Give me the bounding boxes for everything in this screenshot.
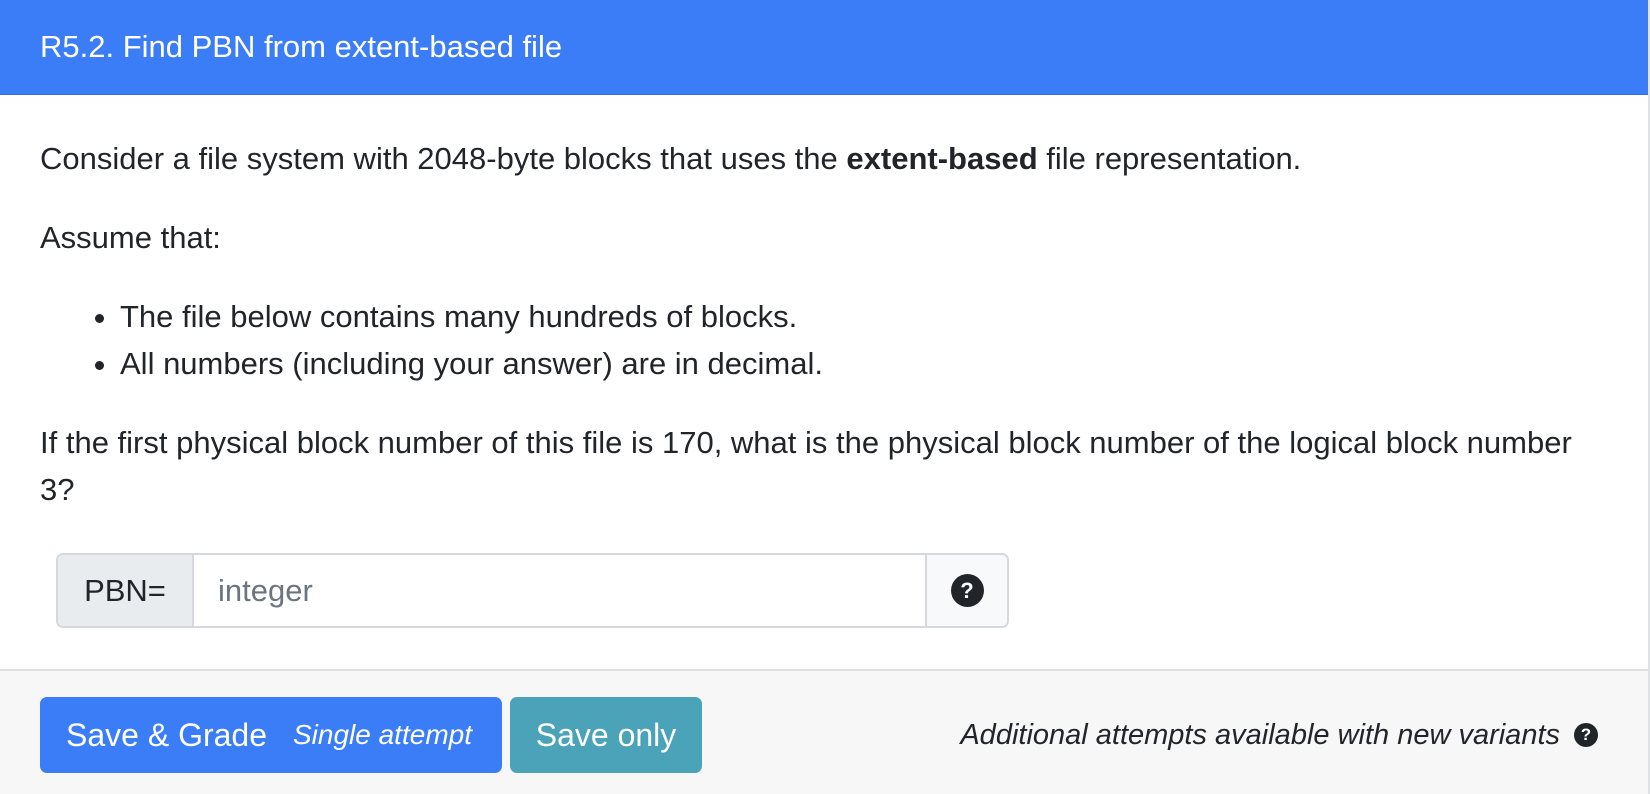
- save-only-label: Save only: [535, 716, 677, 753]
- save-grade-button[interactable]: Save & Grade Single attempt: [40, 697, 502, 773]
- question-card: R5.2. Find PBN from extent-based file Co…: [0, 0, 1650, 794]
- question-intro: Consider a file system with 2048-byte bl…: [40, 135, 1608, 182]
- question-footer: Save & Grade Single attempt Save only Ad…: [0, 669, 1648, 794]
- assumption-item: The file below contains many hundreds of…: [120, 293, 1608, 340]
- answer-input-group: PBN= ?: [56, 553, 1009, 628]
- answer-help-button[interactable]: ?: [925, 555, 1007, 626]
- assumption-item: All numbers (including your answer) are …: [120, 340, 1608, 387]
- assumption-list: The file below contains many hundreds of…: [40, 293, 1608, 387]
- question-circle-icon[interactable]: ?: [1574, 723, 1598, 747]
- question-prompt: If the first physical block number of th…: [40, 425, 1572, 507]
- answer-input[interactable]: [194, 555, 925, 626]
- answer-label: PBN=: [58, 555, 194, 626]
- question-circle-icon: ?: [950, 574, 984, 607]
- question-header: R5.2. Find PBN from extent-based file: [0, 0, 1648, 95]
- attempts-info: Additional attempts available with new v…: [960, 697, 1598, 773]
- intro-text-bold: extent-based: [846, 141, 1038, 176]
- intro-text-before: Consider a file system with 2048-byte bl…: [40, 141, 847, 176]
- assume-text: Assume that:: [40, 220, 221, 255]
- single-attempt-label: Single attempt: [293, 719, 472, 750]
- attempts-text: Additional attempts available with new v…: [960, 718, 1560, 751]
- question-body: Consider a file system with 2048-byte bl…: [0, 95, 1648, 513]
- question-title: R5.2. Find PBN from extent-based file: [40, 29, 563, 64]
- save-only-button[interactable]: Save only: [510, 697, 702, 773]
- intro-text-after: file representation.: [1037, 141, 1302, 176]
- save-grade-label: Save & Grade: [66, 716, 267, 753]
